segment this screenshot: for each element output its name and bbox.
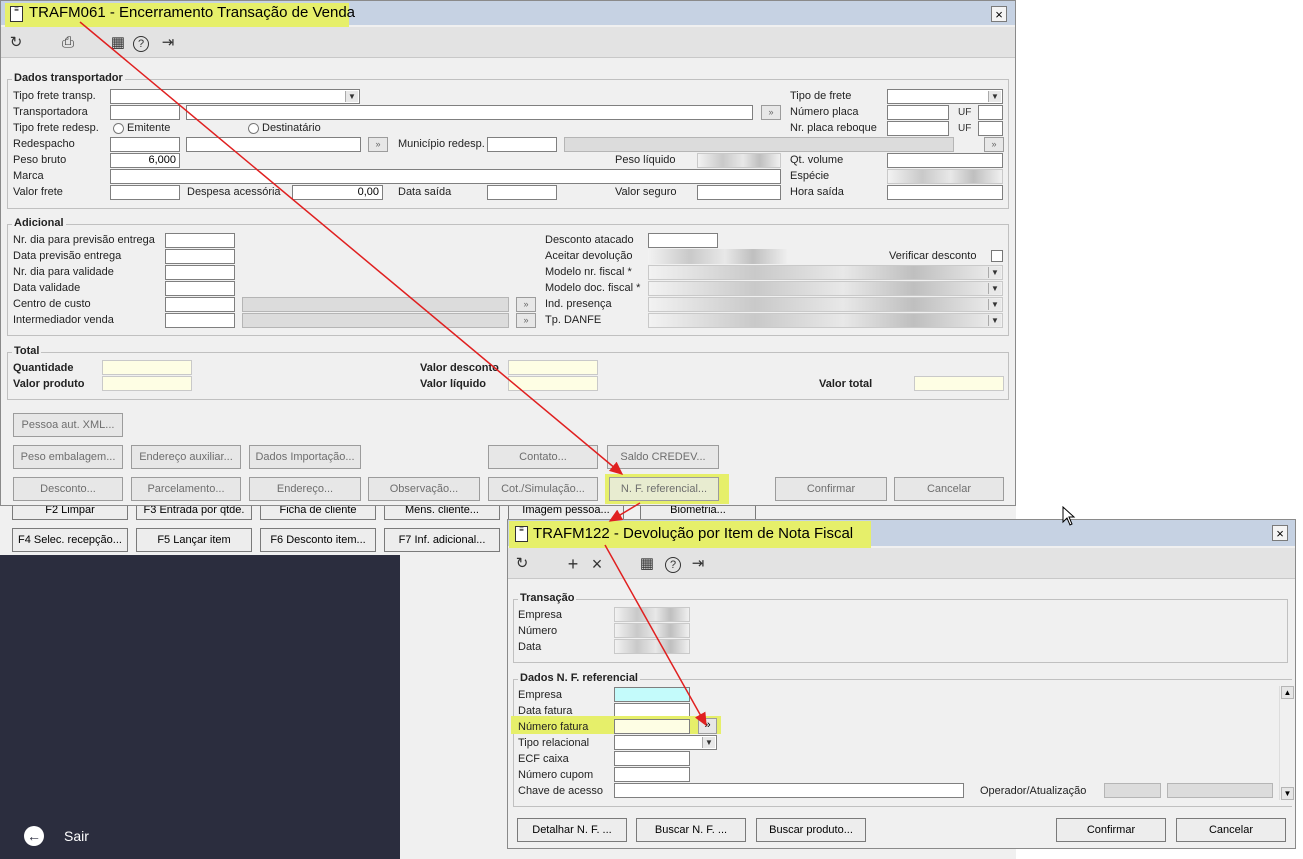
annotation-arrows <box>79 21 707 727</box>
arrow-nf-button-to-window <box>608 502 641 522</box>
arrow-title-to-nf-button <box>79 21 624 475</box>
arrow-title-to-lookup <box>604 544 707 727</box>
